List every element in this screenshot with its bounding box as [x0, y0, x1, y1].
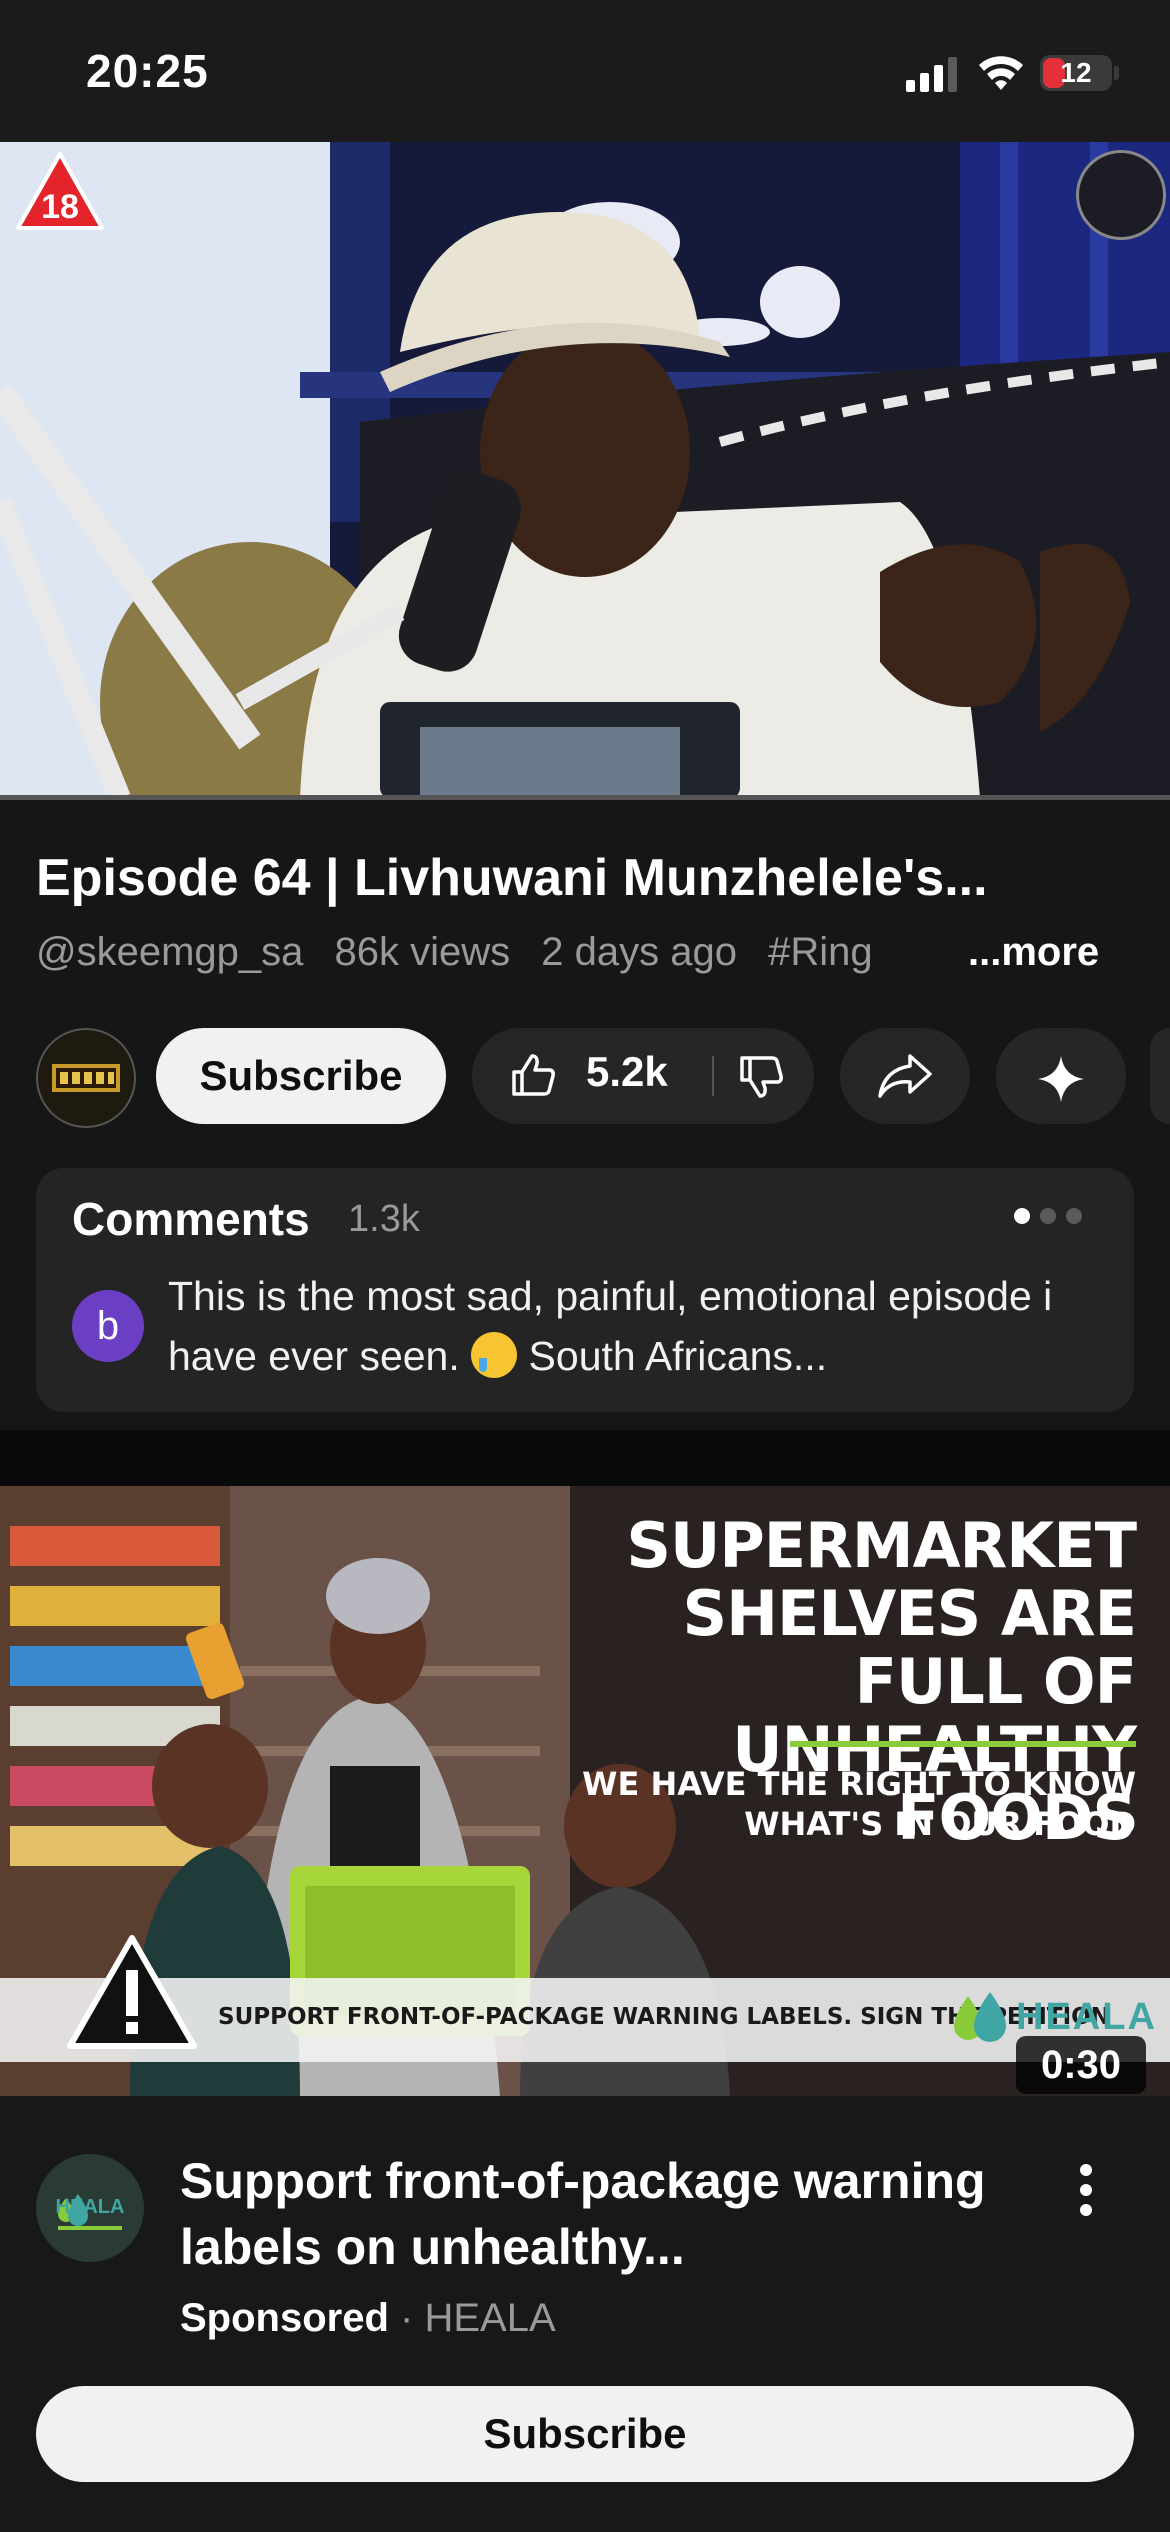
- ad-title[interactable]: Support front-of-package warning labels …: [180, 2148, 1060, 2280]
- carousel-dot-active: [1014, 1208, 1030, 1224]
- thumbs-up-icon[interactable]: [508, 1050, 558, 1100]
- more-actions-button[interactable]: [1150, 1028, 1170, 1124]
- channel-handle[interactable]: @skeemgp_sa: [36, 930, 303, 974]
- video-frame: [0, 142, 1170, 798]
- ad-sponsor-line: Sponsored · HEALA: [180, 2296, 556, 2341]
- section-separator: [0, 1430, 1170, 1486]
- ad-subheadline-line: WE HAVE THE RIGHT TO KNOW: [582, 1765, 1136, 1803]
- more-options-icon[interactable]: [1068, 2160, 1104, 2220]
- channel-watermark-icon[interactable]: [1076, 150, 1166, 240]
- thumbs-down-icon[interactable]: [736, 1052, 786, 1102]
- top-comment[interactable]: This is the most sad, painful, emotional…: [168, 1266, 1108, 1386]
- subscribe-button[interactable]: Subscribe: [156, 1028, 446, 1124]
- heala-drop-icon: [954, 1992, 1006, 2042]
- ad-duration: 0:30: [1016, 2036, 1146, 2094]
- like-count[interactable]: 5.2k: [586, 1048, 668, 1096]
- carousel-dot: [1066, 1208, 1082, 1224]
- sponsor-separator: ·: [400, 2296, 414, 2340]
- wifi-icon: [979, 56, 1023, 90]
- video-player[interactable]: [0, 142, 1170, 798]
- comments-count: 1.3k: [348, 1198, 420, 1240]
- status-time: 20:25: [86, 45, 209, 97]
- advertiser-name: HEALA: [424, 2296, 556, 2340]
- age-rating-text: 18: [41, 188, 79, 226]
- hashtag[interactable]: #Ring: [768, 930, 873, 974]
- battery-percentage: 12: [1060, 57, 1092, 88]
- warning-triangle-icon: [67, 1935, 197, 2049]
- like-divider: [712, 1056, 714, 1096]
- share-icon[interactable]: [876, 1050, 934, 1102]
- ad-divider: [790, 1741, 1136, 1747]
- more-description-button[interactable]: ...more: [968, 930, 1099, 975]
- carousel-dot: [1040, 1208, 1056, 1224]
- battery-icon: 12: [1040, 55, 1112, 91]
- ad-subheadline-line: WHAT'S IN OUR FOOD: [744, 1805, 1136, 1843]
- commenter-avatar: b: [72, 1290, 144, 1362]
- sparkle-icon[interactable]: [1036, 1054, 1086, 1104]
- upload-age: 2 days ago: [541, 930, 737, 974]
- crying-face-icon: [471, 1332, 518, 1378]
- ad-subheadline: WE HAVE THE RIGHT TO KNOW WHAT'S IN OUR …: [576, 1764, 1136, 1844]
- ad-headline-line: SHELVES ARE FULL OF: [682, 1577, 1137, 1718]
- video-title[interactable]: Episode 64 | Livhuwani Munzhelele's...: [36, 848, 1146, 908]
- comments-title: Comments: [72, 1193, 310, 1245]
- battery-tip: [1114, 66, 1119, 80]
- heala-wordmark: HEALA: [1016, 1996, 1157, 2038]
- top-comment-text-end: South Africans...: [517, 1333, 828, 1379]
- advertiser-avatar-label: HEALA: [55, 2196, 125, 2218]
- age-restriction-badge: 18: [16, 152, 104, 230]
- cellular-signal-icon: [906, 57, 957, 92]
- view-count: 86k views: [334, 930, 511, 974]
- ad-headline-line: SUPERMARKET: [626, 1509, 1137, 1582]
- channel-logo-icon: [52, 1064, 120, 1092]
- channel-avatar[interactable]: [36, 1028, 136, 1128]
- sponsored-label: Sponsored: [180, 2296, 389, 2340]
- video-metadata[interactable]: @skeemgp_sa 86k views 2 days ago #Ring: [36, 930, 956, 975]
- ad-subscribe-button[interactable]: Subscribe: [36, 2386, 1134, 2482]
